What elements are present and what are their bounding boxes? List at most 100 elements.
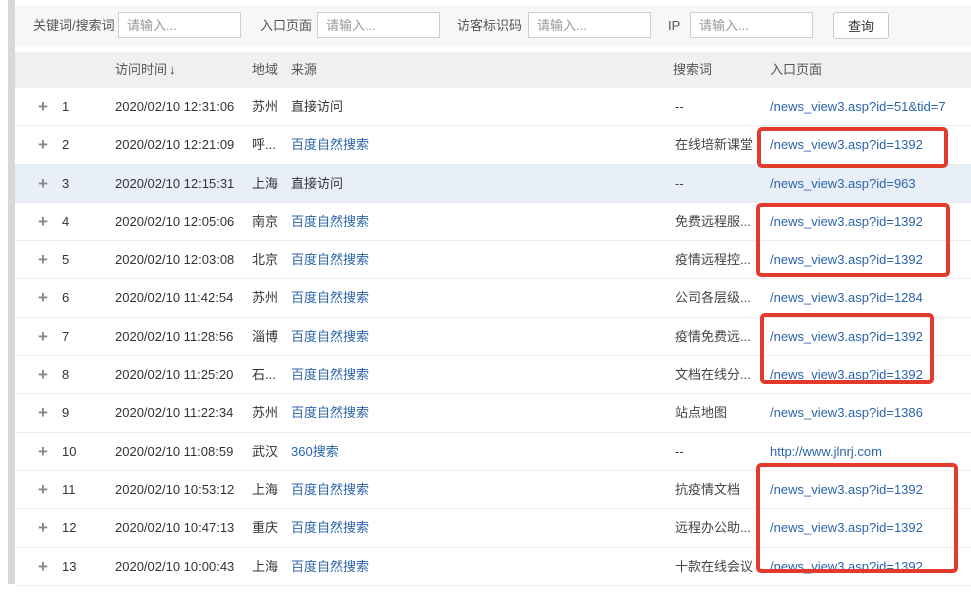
region: 苏州 xyxy=(252,279,278,316)
source-link[interactable]: 百度自然搜索 xyxy=(291,279,369,316)
column-source: 来源 xyxy=(291,52,317,88)
column-search-term: 搜索词 xyxy=(673,52,712,88)
keyword-filter-input[interactable] xyxy=(118,12,241,38)
source-link[interactable]: 百度自然搜索 xyxy=(291,394,369,431)
region: 南京 xyxy=(252,203,278,240)
table-row: +10 2020/02/10 11:08:59 武汉 360搜索 -- http://ww… xyxy=(15,433,971,471)
search-term: 抗疫情文档 xyxy=(675,471,740,508)
table-row: +82020/02/10 11:25:20石...百度自然搜索文档在线分.../… xyxy=(15,356,971,394)
table-body: +12020/02/10 12:31:06苏州直接访问--/news_view3… xyxy=(15,88,971,586)
entry-page-link[interactable]: /news_view3.asp?id=1386 xyxy=(770,394,923,431)
source-link[interactable]: 360搜索 xyxy=(291,433,339,470)
region: 重庆 xyxy=(252,509,278,546)
visit-time: 2020/02/10 11:25:20 xyxy=(115,356,233,393)
visit-time: 2020/02/10 11:22:34 xyxy=(115,394,233,431)
search-term: 疫情免费远... xyxy=(675,318,751,355)
search-term: 远程办公助... xyxy=(675,509,751,546)
entry-page-link[interactable]: /news_view3.asp?id=963 xyxy=(770,165,916,202)
row-number: 1 xyxy=(62,88,69,125)
search-term: 在线培新课堂 xyxy=(675,126,753,163)
source-link[interactable]: 百度自然搜索 xyxy=(291,318,369,355)
source-link[interactable]: 百度自然搜索 xyxy=(291,241,369,278)
expand-row-icon[interactable]: + xyxy=(38,203,48,240)
entry-page-link[interactable]: /news_view3.asp?id=1392 xyxy=(770,509,923,546)
entry-page-filter-input[interactable] xyxy=(317,12,440,38)
table-row: +122020/02/10 10:47:13重庆百度自然搜索远程办公助.../n… xyxy=(15,509,971,547)
region: 武汉 xyxy=(252,433,278,470)
visit-time: 2020/02/10 12:31:06 xyxy=(115,88,234,125)
expand-row-icon[interactable]: + xyxy=(38,471,48,508)
region: 苏州 xyxy=(252,88,278,125)
visit-time: 2020/02/10 11:28:56 xyxy=(115,318,233,355)
expand-row-icon[interactable]: + xyxy=(38,241,48,278)
search-term: 公司各层级... xyxy=(675,279,751,316)
region: 上海 xyxy=(252,471,278,508)
entry-page-link[interactable]: /news_view3.asp?id=1392 xyxy=(770,471,923,508)
table-row: +1 2020/02/10 12:31:06 苏州直接访问 -- /news_view3… xyxy=(15,88,971,126)
search-term: -- xyxy=(675,88,684,125)
row-number: 10 xyxy=(62,433,76,470)
entry-page-link[interactable]: /news_view3.asp?id=1392 xyxy=(770,548,923,585)
table-row: +22020/02/10 12:21:09呼...百度自然搜索在线培新课堂/ne… xyxy=(15,126,971,164)
region: 上海 xyxy=(252,165,278,202)
table-row: +92020/02/10 11:22:34苏州百度自然搜索站点地图/news_v… xyxy=(15,394,971,432)
source-link[interactable]: 百度自然搜索 xyxy=(291,203,369,240)
expand-row-icon[interactable]: + xyxy=(38,356,48,393)
row-number: 4 xyxy=(62,203,69,240)
row-number: 6 xyxy=(62,279,69,316)
table-row: +32020/02/10 12:15:31上海直接访问--/news_view3… xyxy=(15,165,971,203)
expand-row-icon[interactable]: + xyxy=(38,318,48,355)
entry-page-link[interactable]: /news_view3.asp?id=1392 xyxy=(770,356,923,393)
page-scroll-strip xyxy=(8,0,15,584)
visitor-id-filter-input[interactable] xyxy=(528,12,651,38)
source-link[interactable]: 百度自然搜索 xyxy=(291,356,369,393)
region: 北京 xyxy=(252,241,278,278)
entry-page-link[interactable]: /news_view3.asp?id=1392 xyxy=(770,203,923,240)
column-region: 地域 xyxy=(252,52,278,88)
expand-row-icon[interactable]: + xyxy=(38,509,48,546)
expand-row-icon[interactable]: + xyxy=(38,548,48,585)
region: 苏州 xyxy=(252,394,278,431)
entry-page-link[interactable]: /news_view3.asp?id=1392 xyxy=(770,318,923,355)
entry-page-link[interactable]: /news_view3.asp?id=1392 xyxy=(770,126,923,163)
source-link[interactable]: 百度自然搜索 xyxy=(291,509,369,546)
entry-page-filter-label: 入口页面 xyxy=(260,5,312,46)
table-row: +6 2020/02/10 11:42:54 苏州百度自然搜索 公司各层级... /ne… xyxy=(15,279,971,317)
table-row: +42020/02/10 12:05:06南京百度自然搜索免费远程服.../ne… xyxy=(15,203,971,241)
column-visit-time[interactable]: 访问时间↓ xyxy=(115,52,176,88)
entry-page-link[interactable]: /news_view3.asp?id=51&tid=7 xyxy=(770,88,946,125)
source-link[interactable]: 百度自然搜索 xyxy=(291,471,369,508)
visit-time: 2020/02/10 10:53:12 xyxy=(115,471,234,508)
entry-page-link[interactable]: /news_view3.asp?id=1284 xyxy=(770,279,923,316)
source-label: 直接访问 xyxy=(291,165,343,202)
search-term: 免费远程服... xyxy=(675,203,751,240)
entry-page-link[interactable]: http://www.jlnrj.com xyxy=(770,433,882,470)
search-term: -- xyxy=(675,433,684,470)
expand-row-icon[interactable]: + xyxy=(38,88,48,125)
visit-time: 2020/02/10 11:08:59 xyxy=(115,433,233,470)
sort-desc-icon: ↓ xyxy=(169,62,176,77)
expand-row-icon[interactable]: + xyxy=(38,279,48,316)
row-number: 12 xyxy=(62,509,76,546)
visitor-id-filter-label: 访客标识码 xyxy=(457,5,522,46)
expand-row-icon[interactable]: + xyxy=(38,433,48,470)
table-row: +11 2020/02/10 10:53:12 上海百度自然搜索 抗疫情文档/news… xyxy=(15,471,971,509)
source-label: 直接访问 xyxy=(291,88,343,125)
source-link[interactable]: 百度自然搜索 xyxy=(291,548,369,585)
expand-row-icon[interactable]: + xyxy=(38,165,48,202)
search-term: 站点地图 xyxy=(675,394,727,431)
visit-time: 2020/02/10 11:42:54 xyxy=(115,279,233,316)
row-number: 11 xyxy=(62,471,76,508)
expand-row-icon[interactable]: + xyxy=(38,394,48,431)
column-visit-time-label: 访问时间 xyxy=(115,62,167,77)
ip-filter-input[interactable] xyxy=(690,12,813,38)
entry-page-link[interactable]: /news_view3.asp?id=1392 xyxy=(770,241,923,278)
region: 石... xyxy=(252,356,276,393)
region: 呼... xyxy=(252,126,276,163)
query-button[interactable]: 查询 xyxy=(833,12,889,39)
expand-row-icon[interactable]: + xyxy=(38,126,48,163)
source-link[interactable]: 百度自然搜索 xyxy=(291,126,369,163)
row-number: 2 xyxy=(62,126,69,163)
ip-filter-label: IP xyxy=(668,5,680,46)
table-row: +132020/02/10 10:00:43上海百度自然搜索十款在线会议/new… xyxy=(15,548,971,586)
